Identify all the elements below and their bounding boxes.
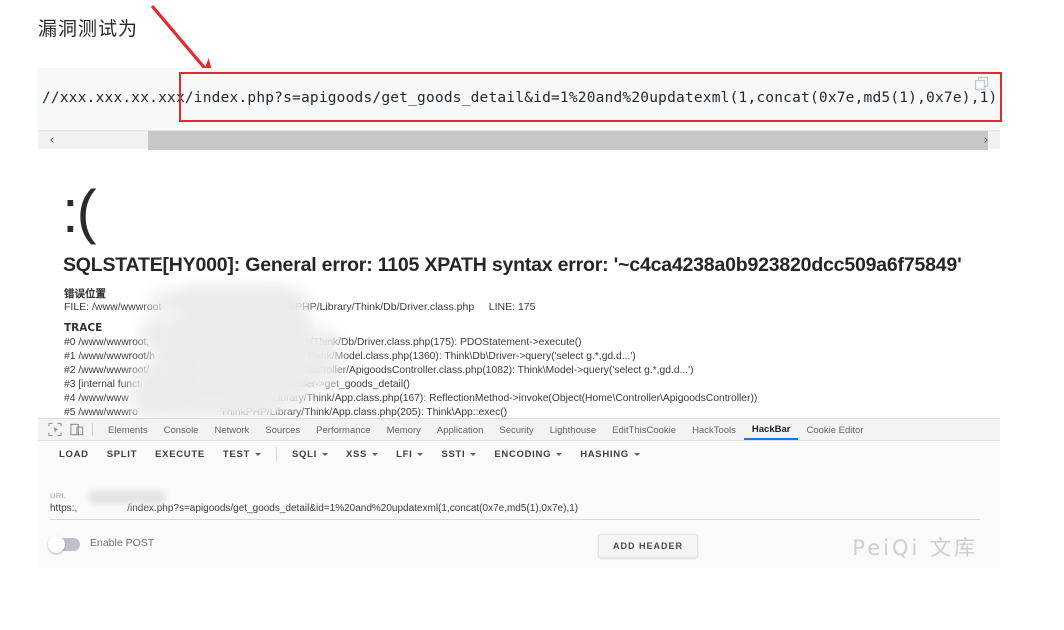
split-label: SPLIT bbox=[106, 449, 138, 460]
execute-label: EXECUTE bbox=[155, 449, 205, 460]
redaction-smudge bbox=[88, 491, 166, 504]
screenshot-root: 漏洞测试为 //xxx.xxx.xx.xxx/index.php?s=apigo… bbox=[0, 0, 1064, 630]
chevron-down-icon bbox=[633, 453, 640, 456]
lfi-menu[interactable]: LFI bbox=[387, 445, 432, 464]
tab-hackbar[interactable]: HackBar bbox=[743, 420, 799, 440]
ssti-menu[interactable]: SSTI bbox=[432, 445, 485, 464]
chevron-down-icon bbox=[417, 453, 424, 456]
hashing-menu[interactable]: HASHING bbox=[571, 445, 649, 464]
chevron-down-icon bbox=[321, 453, 328, 456]
payload-url-text: //xxx.xxx.xx.xxx/index.php?s=apigoods/ge… bbox=[42, 90, 998, 106]
chevron-down-icon bbox=[255, 453, 262, 456]
load-label: LOAD bbox=[59, 449, 89, 460]
redaction-smudge bbox=[178, 288, 308, 408]
tab-performance[interactable]: Performance bbox=[308, 421, 378, 439]
execute-button[interactable]: EXECUTE bbox=[146, 445, 214, 464]
sql-error-title: SQLSTATE[HY000]: General error: 1105 XPA… bbox=[63, 254, 962, 276]
lfi-label: LFI bbox=[396, 449, 413, 460]
scroll-right-arrow-icon[interactable]: › bbox=[976, 131, 996, 150]
url-field-label: URL bbox=[50, 491, 67, 500]
toolbar-divider bbox=[276, 447, 278, 462]
tab-console[interactable]: Console bbox=[156, 421, 207, 439]
test-menu[interactable]: TEST bbox=[214, 445, 270, 464]
watermark: PeiQi 文库 bbox=[852, 536, 978, 560]
tab-network[interactable]: Network bbox=[206, 421, 257, 439]
toolbar-divider bbox=[92, 423, 93, 436]
payload-code-block: //xxx.xxx.xx.xxx/index.php?s=apigoods/ge… bbox=[38, 68, 1000, 130]
hackbar-toolbar: LOAD SPLIT EXECUTE TEST SQLI XSS LFI SST… bbox=[38, 441, 1000, 468]
encoding-menu[interactable]: ENCODING bbox=[485, 445, 571, 464]
inspect-element-icon[interactable] bbox=[47, 422, 63, 437]
hackbar-url-field[interactable]: URL https:, /index.php?s=apigoods/get_go… bbox=[50, 491, 980, 520]
scrollbar-thumb[interactable] bbox=[148, 131, 988, 150]
ssti-label: SSTI bbox=[441, 449, 466, 460]
tab-lighthouse[interactable]: Lighthouse bbox=[542, 421, 604, 439]
copy-icon[interactable] bbox=[974, 76, 990, 92]
tab-hacktools[interactable]: HackTools bbox=[684, 421, 744, 439]
devtools-panel: Elements Console Network Sources Perform… bbox=[38, 418, 1000, 568]
hackbar-footer: Enable POST ADD HEADER PeiQi 文库 bbox=[38, 532, 1000, 562]
error-location-heading: 错误位置 bbox=[64, 288, 106, 300]
tab-sources[interactable]: Sources bbox=[257, 421, 308, 439]
xss-label: XSS bbox=[345, 449, 368, 460]
tab-cookie-editor[interactable]: Cookie Editor bbox=[798, 421, 871, 439]
url-input[interactable]: https:, /index.php?s=apigoods/get_goods_… bbox=[50, 503, 980, 520]
load-button[interactable]: LOAD bbox=[50, 445, 98, 464]
sqli-menu[interactable]: SQLI bbox=[283, 445, 337, 464]
xss-menu[interactable]: XSS bbox=[337, 445, 387, 464]
chevron-down-icon bbox=[556, 453, 563, 456]
tab-memory[interactable]: Memory bbox=[379, 421, 429, 439]
sad-face-glyph: :( bbox=[62, 178, 97, 245]
tab-elements[interactable]: Elements bbox=[100, 421, 156, 439]
hashing-label: HASHING bbox=[580, 449, 629, 460]
hackbar-panel: LOAD SPLIT EXECUTE TEST SQLI XSS LFI SST… bbox=[38, 441, 1000, 568]
tab-application[interactable]: Application bbox=[429, 421, 491, 439]
split-button[interactable]: SPLIT bbox=[98, 445, 146, 464]
trace-heading: TRACE bbox=[64, 322, 103, 334]
scroll-left-arrow-icon[interactable]: ‹ bbox=[42, 131, 62, 150]
test-label: TEST bbox=[222, 449, 251, 460]
encoding-label: ENCODING bbox=[494, 449, 552, 460]
devtools-tabbar: Elements Console Network Sources Perform… bbox=[38, 419, 1000, 441]
chevron-down-icon bbox=[470, 453, 477, 456]
enable-post-label: Enable POST bbox=[90, 537, 155, 549]
thinkphp-error-page: :( SQLSTATE[HY000]: General error: 1105 … bbox=[0, 170, 1064, 418]
enable-post-toggle[interactable] bbox=[48, 536, 80, 553]
device-toolbar-icon[interactable] bbox=[69, 422, 85, 437]
tab-security[interactable]: Security bbox=[491, 421, 541, 439]
code-block-scrollbar[interactable]: ‹ › bbox=[38, 130, 1000, 150]
add-header-button[interactable]: ADD HEADER bbox=[598, 534, 699, 558]
sqli-label: SQLI bbox=[292, 449, 317, 460]
page-title: 漏洞测试为 bbox=[38, 18, 139, 40]
toggle-knob bbox=[48, 536, 65, 553]
chevron-down-icon bbox=[372, 453, 379, 456]
tab-editthiscookie[interactable]: EditThisCookie bbox=[604, 421, 684, 439]
